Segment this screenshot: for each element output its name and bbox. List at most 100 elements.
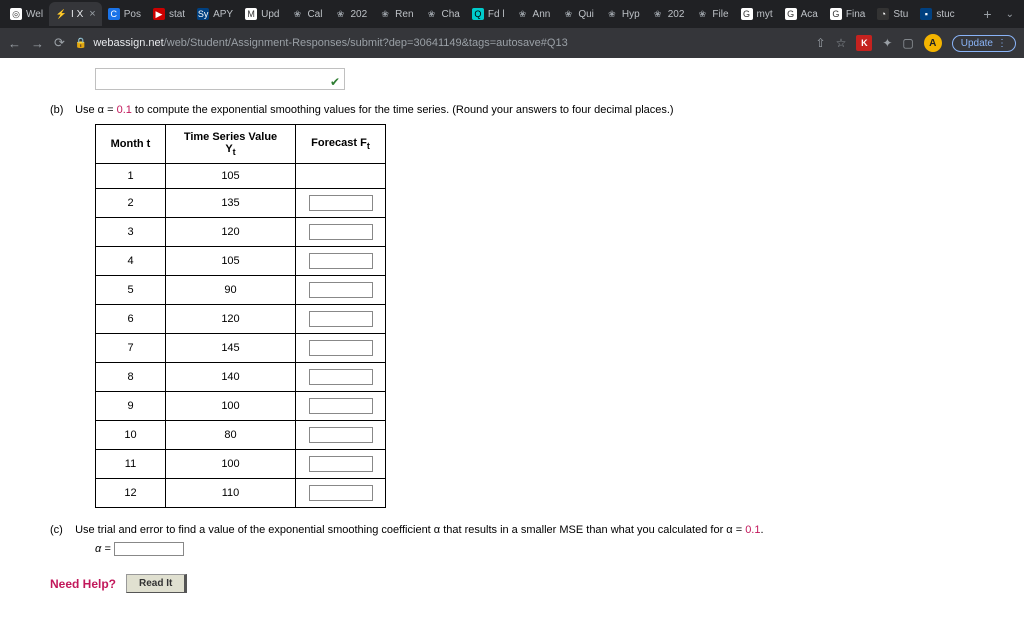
- browser-tab[interactable]: ❀Hyp: [600, 2, 646, 26]
- forecast-input[interactable]: [309, 311, 373, 327]
- browser-tab[interactable]: ❀ Ann: [511, 2, 557, 26]
- back-button[interactable]: ←: [8, 36, 21, 51]
- table-row: 3120: [96, 218, 386, 247]
- browser-tab[interactable]: ❀202: [646, 2, 691, 26]
- tab-label: Qui: [578, 9, 594, 20]
- tab-favicon: Sy: [197, 8, 209, 20]
- forecast-cell: [296, 392, 386, 421]
- browser-tab[interactable]: ❀202: [328, 2, 373, 26]
- browser-tab[interactable]: GAca: [779, 2, 824, 26]
- forecast-input[interactable]: [309, 369, 373, 385]
- tab-label: Wel: [26, 9, 43, 20]
- browser-tab[interactable]: Gmyt: [735, 2, 779, 26]
- reload-button[interactable]: ⟳: [54, 35, 65, 51]
- forecast-cell: [296, 479, 386, 508]
- read-it-button[interactable]: Read It: [126, 574, 187, 593]
- profile-avatar[interactable]: A: [924, 34, 942, 52]
- smoothing-table: Month t Time Series Value Yt Forecast Ft…: [95, 124, 386, 508]
- forecast-input[interactable]: [309, 282, 373, 298]
- browser-tab[interactable]: ▪stuc: [914, 2, 960, 26]
- table-row: 9100: [96, 392, 386, 421]
- month-cell: 5: [96, 276, 166, 305]
- tab-favicon: M: [245, 8, 257, 20]
- extension-badge[interactable]: K: [856, 35, 872, 51]
- value-cell: 90: [166, 276, 296, 305]
- alpha-equals-label: α =: [95, 543, 111, 555]
- forecast-cell: [296, 450, 386, 479]
- tab-favicon: ❀: [379, 8, 391, 20]
- alpha-input[interactable]: [114, 542, 184, 556]
- forecast-input[interactable]: [309, 253, 373, 269]
- share-icon[interactable]: ⇧: [816, 36, 826, 50]
- tab-favicon: Q: [472, 8, 484, 20]
- tab-favicon: G: [785, 8, 797, 20]
- part-b-instruction: (b) Use α = 0.1 to compute the exponenti…: [50, 104, 974, 116]
- tab-label: stuc: [936, 9, 954, 20]
- forecast-input[interactable]: [309, 195, 373, 211]
- value-cell: 140: [166, 363, 296, 392]
- tab-close-icon[interactable]: ×: [89, 8, 95, 20]
- browser-tab[interactable]: ❀Cha: [420, 2, 466, 26]
- tab-label: Fd l: [488, 9, 505, 20]
- browser-tab[interactable]: C Pos: [102, 2, 147, 26]
- bookmark-star-icon[interactable]: ☆: [836, 36, 847, 50]
- new-tab-button[interactable]: +: [975, 6, 999, 22]
- forecast-input[interactable]: [309, 427, 373, 443]
- tab-label: Cha: [442, 9, 460, 20]
- tab-label: Pos: [124, 9, 141, 20]
- table-row: 2135: [96, 189, 386, 218]
- table-row: 1105: [96, 164, 386, 189]
- value-cell: 105: [166, 247, 296, 276]
- value-cell: 110: [166, 479, 296, 508]
- browser-tab[interactable]: ❀Qui: [556, 2, 600, 26]
- table-row: 4105: [96, 247, 386, 276]
- forecast-input[interactable]: [309, 340, 373, 356]
- browser-tab[interactable]: SyAPY: [191, 2, 239, 26]
- forecast-input[interactable]: [309, 224, 373, 240]
- month-cell: 6: [96, 305, 166, 334]
- forecast-input[interactable]: [309, 398, 373, 414]
- tab-label: myt: [757, 9, 773, 20]
- url-host: webassign.net: [93, 37, 163, 49]
- browser-tab[interactable]: ❀Cal: [285, 2, 328, 26]
- forecast-cell: [296, 189, 386, 218]
- tab-label: I X: [71, 9, 83, 20]
- tab-favicon: ◔: [877, 8, 889, 20]
- extensions-puzzle-icon[interactable]: ✦: [882, 36, 892, 50]
- month-cell: 3: [96, 218, 166, 247]
- browser-tab[interactable]: ⚡I X×: [49, 2, 102, 26]
- forecast-cell: [296, 247, 386, 276]
- tab-favicon: ❀: [696, 8, 708, 20]
- tab-favicon: C: [108, 8, 120, 20]
- browser-tab[interactable]: MUpd: [239, 2, 285, 26]
- browser-tab[interactable]: ❀ File: [690, 2, 734, 26]
- url-display[interactable]: 🔒 webassign.net/web/Student/Assignment-R…: [75, 37, 806, 49]
- tab-label: Ann: [533, 9, 551, 20]
- update-button[interactable]: Update⋮: [952, 35, 1016, 52]
- tab-label: Cal: [307, 9, 322, 20]
- part-c: (c) Use trial and error to find a value …: [50, 524, 974, 556]
- tab-favicon: ❀: [517, 8, 529, 20]
- value-cell: 120: [166, 305, 296, 334]
- browser-tab[interactable]: ◔ Stu: [871, 2, 914, 26]
- browser-tab[interactable]: ❀Ren: [373, 2, 419, 26]
- value-cell: 100: [166, 450, 296, 479]
- browser-tab[interactable]: ◎Wel: [4, 2, 49, 26]
- tab-label: Fina: [846, 9, 865, 20]
- browser-tab[interactable]: ▶stat: [147, 2, 191, 26]
- forward-button[interactable]: →: [31, 36, 44, 51]
- previous-answer-box: ✔: [95, 68, 345, 90]
- tab-favicon: G: [741, 8, 753, 20]
- value-cell: 100: [166, 392, 296, 421]
- month-cell: 12: [96, 479, 166, 508]
- tab-label: File: [712, 9, 728, 20]
- forecast-input[interactable]: [309, 485, 373, 501]
- tab-overflow-chevron[interactable]: ⌄: [1000, 9, 1020, 20]
- tab-favicon: G: [830, 8, 842, 20]
- tab-label: Stu: [893, 9, 908, 20]
- tab-strip: ◎Wel⚡I X×CPos▶statSyAPYMUpd❀Cal❀202❀Ren❀…: [0, 0, 1024, 28]
- side-panel-icon[interactable]: ▢: [902, 36, 913, 50]
- browser-tab[interactable]: Q Fd l: [466, 2, 511, 26]
- browser-tab[interactable]: G Fina: [824, 2, 871, 26]
- forecast-input[interactable]: [309, 456, 373, 472]
